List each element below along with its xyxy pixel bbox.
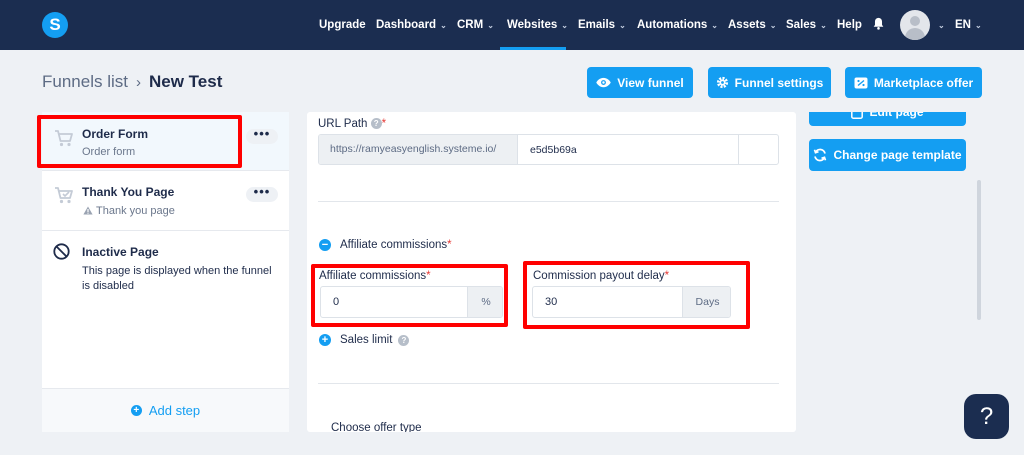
- breadcrumb-separator: ›: [135, 74, 141, 91]
- step-title: Inactive Page: [82, 245, 159, 259]
- funnel-settings-button[interactable]: Funnel settings: [708, 67, 831, 98]
- refresh-icon: [814, 148, 827, 162]
- url-path-label: URL Path ? *: [318, 118, 387, 130]
- step-inactive-page[interactable]: Inactive Page This page is displayed whe…: [42, 231, 289, 301]
- step-menu-button[interactable]: •••: [246, 185, 278, 202]
- plus-icon: +: [319, 334, 331, 346]
- divider: [318, 201, 779, 202]
- bell-icon[interactable]: [872, 17, 885, 30]
- chevron-down-icon: ⌄: [711, 21, 718, 30]
- nav-websites[interactable]: Websites ⌄: [507, 0, 568, 50]
- chevron-down-icon: ⌄: [487, 21, 494, 30]
- divider: [318, 383, 779, 384]
- help-chat-button[interactable]: ?: [964, 394, 1009, 439]
- offer-type-label: Choose offer type: [331, 422, 422, 432]
- ticket-icon: [854, 77, 868, 88]
- nav-sales[interactable]: Sales ⌄: [786, 0, 827, 50]
- breadcrumb: Funnels list › New Test: [42, 72, 222, 92]
- help-icon[interactable]: ?: [398, 334, 410, 346]
- step-title: Thank You Page: [82, 185, 175, 199]
- edit-page-button[interactable]: Edit page: [809, 112, 966, 126]
- url-path-field: https://ramyeasyenglish.systeme.io/: [318, 134, 779, 165]
- language-selector[interactable]: EN ⌄: [955, 0, 982, 50]
- plus-icon: +: [130, 405, 142, 416]
- top-navbar: S Upgrade Dashboard ⌄ CRM ⌄ Websites ⌄ Emai…: [0, 0, 1024, 50]
- eye-icon: [596, 77, 611, 88]
- change-page-template-button[interactable]: Change page template: [809, 139, 966, 171]
- chevron-down-icon: ⌄: [769, 21, 777, 30]
- cart-check-icon: [55, 187, 73, 204]
- chevron-down-icon: ⌄: [974, 21, 982, 30]
- nav-assets[interactable]: Assets ⌄: [728, 0, 776, 50]
- systeme-logo[interactable]: S: [42, 12, 68, 38]
- chevron-down-icon: ⌄: [619, 21, 626, 30]
- annotation-box: [523, 261, 750, 329]
- edit-icon: [851, 112, 864, 119]
- nav-upgrade[interactable]: Upgrade: [319, 0, 366, 50]
- user-avatar[interactable]: [900, 10, 930, 40]
- page-title: New Test: [148, 72, 223, 91]
- nav-automations[interactable]: Automations ⌄: [637, 0, 718, 50]
- step-subtitle: Thank you page: [83, 205, 175, 217]
- view-funnel-button[interactable]: View funnel: [587, 67, 693, 98]
- chevron-down-icon: ⌄: [440, 21, 447, 30]
- ban-icon: [53, 243, 70, 260]
- warning-icon: [83, 206, 93, 215]
- url-path-addon[interactable]: [738, 135, 778, 164]
- url-prefix: https://ramyeasyenglish.systeme.io/: [319, 135, 518, 164]
- chevron-down-icon: ⌄: [561, 21, 568, 30]
- help-icon[interactable]: ?: [370, 118, 382, 130]
- breadcrumb-funnels-list[interactable]: Funnels list: [42, 72, 128, 91]
- annotation-box: [311, 264, 508, 327]
- nav-dashboard[interactable]: Dashboard ⌄: [376, 0, 447, 50]
- sales-limit-toggle[interactable]: + Sales limit ?: [319, 334, 410, 346]
- scrollbar-thumb[interactable]: [977, 180, 981, 320]
- annotation-box: [37, 115, 242, 168]
- chevron-down-icon: ⌄: [820, 21, 827, 30]
- avatar-menu-chevron[interactable]: ⌄: [934, 0, 945, 50]
- nav-crm[interactable]: CRM ⌄: [457, 0, 494, 50]
- marketplace-offer-button[interactable]: Marketplace offer: [845, 67, 982, 98]
- step-subtitle: This page is displayed when the funnel i…: [82, 265, 272, 292]
- gear-icon: [716, 76, 728, 89]
- nav-emails[interactable]: Emails ⌄: [578, 0, 626, 50]
- chevron-down-icon: ⌄: [938, 21, 945, 30]
- url-path-input[interactable]: [518, 135, 738, 164]
- nav-active-indicator: [500, 47, 566, 50]
- affiliate-section-toggle[interactable]: − Affiliate commissions*: [319, 239, 452, 251]
- nav-help[interactable]: Help: [837, 0, 862, 50]
- step-menu-button[interactable]: •••: [246, 127, 278, 144]
- step-thank-you-page[interactable]: Thank You Page Thank you page •••: [42, 171, 289, 231]
- minus-icon: −: [319, 239, 331, 251]
- add-step-button[interactable]: + Add step: [42, 388, 289, 432]
